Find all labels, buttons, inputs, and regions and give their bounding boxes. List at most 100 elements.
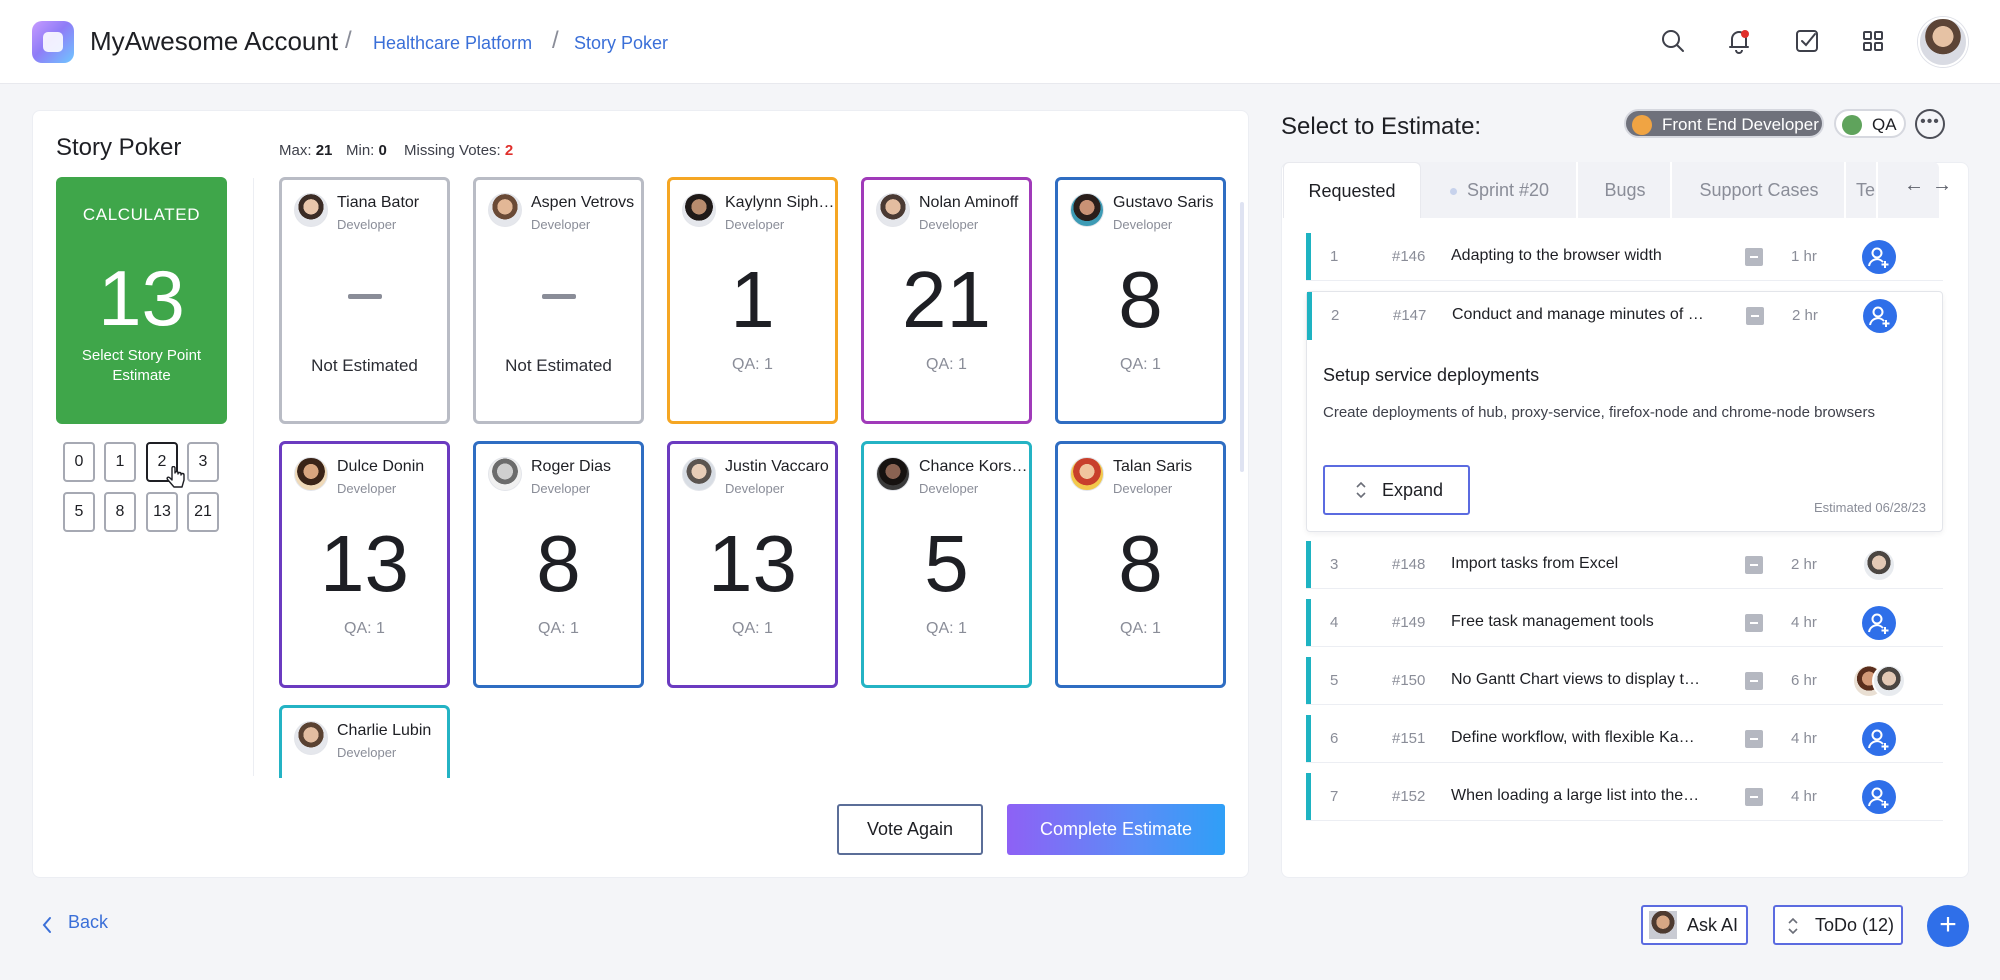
assignee-avatar[interactable]: [1862, 548, 1896, 582]
todo-label: ToDo (12): [1815, 915, 1895, 935]
task-row[interactable]: 3 #148 Import tasks from Excel 2 hr: [1306, 541, 1943, 589]
task-id: #151: [1392, 730, 1426, 747]
vote-card[interactable]: Charlie Lubin Developer: [279, 705, 450, 778]
point-button-8[interactable]: 8: [104, 492, 136, 532]
task-title: Free task management tools: [1451, 613, 1654, 630]
task-status-bar: [1306, 599, 1311, 646]
frog-icon: [1842, 115, 1862, 135]
expand-button[interactable]: Expand: [1323, 465, 1470, 515]
todo-button[interactable]: ToDo (12): [1773, 905, 1903, 945]
account-title[interactable]: MyAwesome Account: [90, 26, 338, 57]
vote-card[interactable]: Dulce Donin Developer 13 QA: 1: [279, 441, 450, 688]
vote-card[interactable]: Gustavo Saris Developer 8 QA: 1: [1055, 177, 1226, 424]
assign-user-icon[interactable]: [1863, 299, 1897, 333]
task-title: Define workflow, with flexible Kanban bo…: [1451, 729, 1703, 746]
stat-missing-label: Missing Votes:: [404, 142, 501, 159]
assign-user-icon[interactable]: [1862, 722, 1896, 756]
developer-name: Roger Dias: [531, 458, 612, 475]
developer-role: Developer: [531, 481, 591, 496]
stat-missing-value: 2: [504, 142, 514, 159]
not-estimated-dash: [348, 294, 382, 299]
point-button-13[interactable]: 13: [146, 492, 178, 532]
vote-card[interactable]: Roger Dias Developer 8 QA: 1: [473, 441, 644, 688]
task-id: #152: [1392, 788, 1426, 805]
cards-scrollbar[interactable]: [1240, 202, 1244, 472]
vote-card[interactable]: Tiana Bator Developer Not Estimated: [279, 177, 450, 424]
task-title: Import tasks from Excel: [1451, 555, 1619, 572]
point-button-1[interactable]: 1: [104, 442, 136, 482]
task-row[interactable]: 4 #149 Free task management tools 4 hr: [1306, 599, 1943, 647]
vote-value: 21: [902, 255, 991, 344]
more-options-icon[interactable]: •••: [1915, 109, 1945, 139]
developer-avatar: [294, 457, 328, 491]
breadcrumb-healthcare-platform[interactable]: Healthcare Platform: [373, 33, 532, 54]
checkbox-icon[interactable]: [1792, 26, 1822, 56]
ask-ai-button[interactable]: Ask AI: [1641, 905, 1748, 945]
tab-truncated[interactable]: Te: [1848, 162, 1878, 218]
tab-sprint-20[interactable]: Sprint #20: [1423, 162, 1578, 218]
add-button[interactable]: +: [1927, 905, 1969, 947]
tab-bugs[interactable]: Bugs: [1580, 162, 1672, 218]
vote-again-button[interactable]: Vote Again: [837, 804, 983, 855]
tab-label: Sprint #20: [1466, 180, 1550, 200]
vote-card[interactable]: Aspen Vetrovs Developer Not Estimated: [473, 177, 644, 424]
top-header: MyAwesome Account / Healthcare Platform …: [0, 0, 2000, 84]
tab-requested[interactable]: Requested: [1283, 162, 1421, 218]
point-button-3[interactable]: 3: [187, 442, 219, 482]
developer-role: Developer: [531, 217, 591, 232]
task-status-bar: [1306, 541, 1311, 588]
todo-chevron-icon: [1788, 917, 1798, 935]
tab-scroll-right-icon[interactable]: →: [1932, 174, 1952, 197]
task-row[interactable]: 5 #150 No Gantt Chart views to display t…: [1306, 657, 1943, 705]
assignee-avatar[interactable]: [1872, 664, 1906, 698]
task-id: #147: [1393, 307, 1427, 324]
task-title: When loading a large list into the table: [1451, 787, 1703, 804]
task-row[interactable]: 7 #152 When loading a large list into th…: [1306, 773, 1943, 821]
fox-icon: [1632, 115, 1652, 135]
complete-estimate-button[interactable]: Complete Estimate: [1007, 804, 1225, 855]
tab-support-cases[interactable]: Support Cases: [1674, 162, 1846, 218]
point-button-0[interactable]: 0: [63, 442, 95, 482]
back-link[interactable]: Back: [68, 912, 108, 933]
vote-note: Not Estimated: [311, 356, 418, 375]
vote-card[interactable]: Chance Korsgaard Developer 5 QA: 1: [861, 441, 1032, 688]
vote-card[interactable]: Justin Vaccaro Developer 13 QA: 1: [667, 441, 838, 688]
vote-card[interactable]: Kaylynn Siphron Developer 1 QA: 1: [667, 177, 838, 424]
task-status-bar: [1306, 715, 1311, 762]
priority-icon: [1745, 248, 1763, 266]
task-index: 7: [1330, 788, 1339, 805]
calculated-subtitle: Select Story Point Estimate: [81, 347, 202, 384]
assign-user-icon[interactable]: [1862, 240, 1896, 274]
task-title[interactable]: Conduct and manage minutes of meetings: [1452, 306, 1704, 324]
task-hours: 2 hr: [1791, 556, 1817, 573]
breadcrumb-separator: /: [345, 27, 352, 54]
task-row[interactable]: 6 #151 Define workflow, with flexible Ka…: [1306, 715, 1943, 763]
tab-scroll-left-icon[interactable]: ←: [1904, 174, 1924, 197]
user-avatar[interactable]: [1918, 17, 1968, 67]
vote-note: QA: 1: [1120, 620, 1161, 637]
vote-card[interactable]: Nolan Aminoff Developer 21 QA: 1: [861, 177, 1032, 424]
grid-icon[interactable]: [1858, 26, 1888, 56]
priority-icon: [1746, 307, 1764, 325]
priority-icon: [1745, 672, 1763, 690]
app-logo[interactable]: [32, 21, 74, 63]
point-button-21[interactable]: 21: [187, 492, 219, 532]
filter-chip-front-end-developer[interactable]: Front End Developer: [1624, 109, 1824, 138]
point-button-5[interactable]: 5: [63, 492, 95, 532]
vote-card[interactable]: Talan Saris Developer 8 QA: 1: [1055, 441, 1226, 688]
task-hours: 1 hr: [1791, 248, 1817, 265]
filter-chip-qa[interactable]: QA: [1834, 109, 1906, 138]
breadcrumb-story-poker[interactable]: Story Poker: [574, 33, 668, 54]
assign-user-icon[interactable]: [1862, 780, 1896, 814]
task-id: #148: [1392, 556, 1426, 573]
search-icon[interactable]: [1658, 26, 1688, 56]
stat-missing-votes: Missing Votes: 2: [404, 142, 513, 159]
task-row[interactable]: 1 #146 Adapting to the browser width 1 h…: [1306, 233, 1943, 281]
developer-avatar: [1070, 193, 1104, 227]
task-id: #149: [1392, 614, 1426, 631]
bell-icon[interactable]: [1724, 26, 1754, 56]
chevron-left-icon[interactable]: [40, 915, 54, 935]
developer-avatar: [488, 457, 522, 491]
ai-avatar: [1649, 911, 1677, 939]
assign-user-icon[interactable]: [1862, 606, 1896, 640]
